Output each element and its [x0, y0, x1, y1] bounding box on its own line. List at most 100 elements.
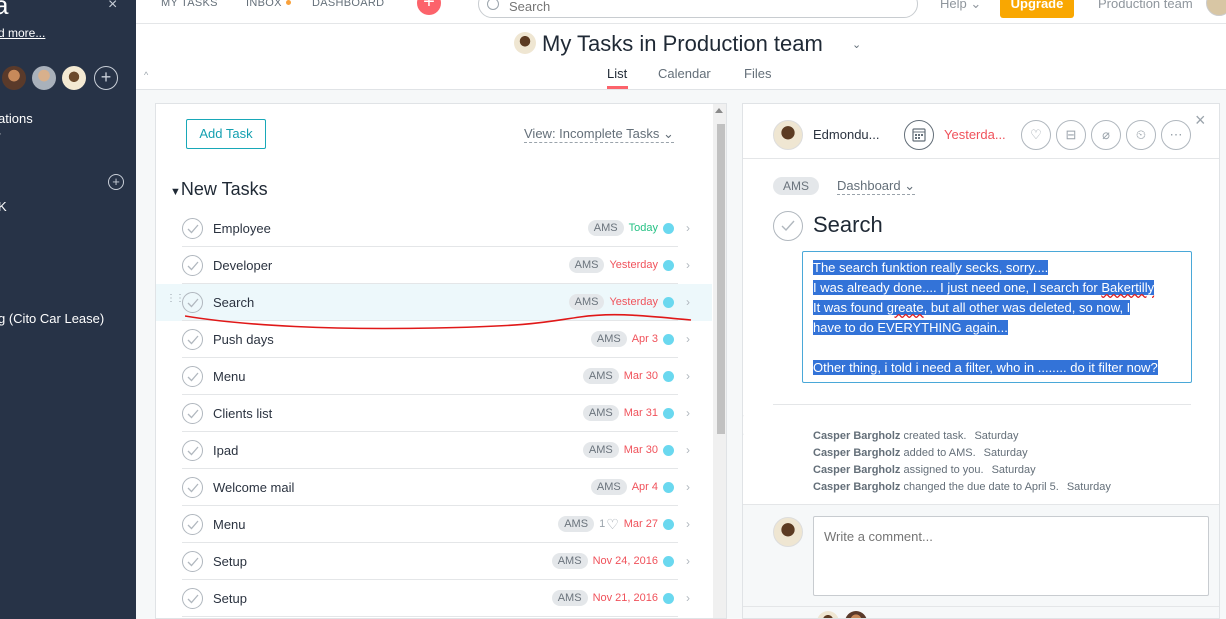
due-date[interactable]: Yesterday	[609, 296, 658, 308]
scroll-up-icon[interactable]	[715, 108, 723, 113]
task-description[interactable]: The search funktion really secks, sorry.…	[802, 251, 1192, 383]
complete-checkbox[interactable]	[182, 551, 203, 572]
assignee-name[interactable]: Edmondu...	[813, 127, 880, 142]
caret-down-icon[interactable]: ▼	[170, 186, 181, 198]
due-date[interactable]: Mar 30	[624, 444, 658, 456]
tab-files[interactable]: Files	[744, 66, 771, 81]
project-tag[interactable]: AMS	[587, 220, 624, 236]
complete-checkbox[interactable]	[182, 440, 203, 461]
sidebar-item-k[interactable]: K	[0, 199, 7, 214]
project-tag[interactable]: AMS	[590, 479, 627, 495]
task-row[interactable]: Clients list AMS Mar 31 ›	[156, 395, 712, 432]
complete-checkbox[interactable]	[182, 218, 203, 239]
complete-checkbox[interactable]	[182, 477, 203, 498]
page-title[interactable]: My Tasks in Production team	[542, 31, 823, 57]
scrollbar-thumb[interactable]	[717, 124, 725, 434]
project-tag[interactable]: AMS	[582, 442, 619, 458]
task-row[interactable]: Developer AMS Yesterday ›	[156, 247, 712, 284]
due-date[interactable]: Nov 24, 2016	[593, 555, 658, 567]
due-date[interactable]: Mar 27	[624, 518, 658, 530]
due-date[interactable]: Mar 31	[624, 407, 658, 419]
due-date[interactable]: Today	[629, 222, 658, 234]
task-name[interactable]: Setup	[213, 591, 247, 606]
chevron-right-icon[interactable]: ›	[686, 406, 690, 420]
nav-dashboard[interactable]: DASHBOARD	[312, 0, 384, 9]
sidebar-item-cito[interactable]: g (Cito Car Lease)	[0, 311, 104, 326]
user-avatar[interactable]	[1206, 0, 1226, 16]
complete-checkbox[interactable]	[182, 366, 203, 387]
section-header[interactable]: ▼New Tasks	[170, 179, 268, 200]
upgrade-button[interactable]: Upgrade	[1000, 0, 1074, 18]
complete-checkbox[interactable]	[182, 403, 203, 424]
project-tag[interactable]: AMS	[568, 257, 605, 273]
app-logo[interactable]: a	[0, 0, 8, 21]
project-tag[interactable]: AMS	[551, 590, 588, 606]
project-tag[interactable]: AMS	[773, 177, 820, 195]
quick-add-button[interactable]: +	[417, 0, 441, 15]
show-more-link[interactable]: d more...	[0, 26, 45, 40]
project-tag[interactable]: AMS	[582, 405, 619, 421]
complete-checkbox[interactable]	[182, 514, 203, 535]
attachment-icon[interactable]: ⌀	[1091, 120, 1121, 150]
project-tag[interactable]: AMS	[551, 553, 588, 569]
tab-calendar[interactable]: Calendar	[658, 66, 711, 81]
sidebar-item-integrations[interactable]: ations	[0, 111, 33, 126]
chevron-right-icon[interactable]: ›	[686, 221, 690, 235]
task-row[interactable]: Menu AMS 1 ♡ Mar 27 ›	[156, 506, 712, 543]
comment-input[interactable]	[813, 516, 1209, 596]
avatar[interactable]	[2, 66, 26, 90]
chevron-right-icon[interactable]: ›	[686, 443, 690, 457]
complete-checkbox[interactable]	[182, 255, 203, 276]
follow-icon[interactable]: ⏲	[1126, 120, 1156, 150]
assignee-avatar[interactable]	[773, 120, 803, 150]
section-dropdown[interactable]: Dashboard ⌄	[837, 178, 916, 195]
complete-task-button[interactable]	[773, 211, 803, 241]
project-tag[interactable]: AMS	[558, 516, 595, 532]
collapse-icon[interactable]: ^	[144, 70, 148, 80]
task-row[interactable]: Employee AMS Today ›	[156, 210, 712, 247]
task-name[interactable]: Developer	[213, 258, 272, 273]
close-sidebar-icon[interactable]: ×	[108, 0, 117, 14]
task-name[interactable]: Menu	[213, 369, 246, 384]
chevron-right-icon[interactable]: ›	[686, 591, 690, 605]
search-input[interactable]	[509, 0, 889, 14]
heart-icon[interactable]: ♡	[1021, 120, 1051, 150]
task-name[interactable]: Welcome mail	[213, 480, 294, 495]
add-task-button[interactable]: Add Task	[186, 119, 266, 149]
due-date[interactable]: Yesterda...	[944, 127, 1006, 142]
calendar-icon[interactable]	[904, 120, 934, 150]
task-name[interactable]: Ipad	[213, 443, 238, 458]
task-title[interactable]: Search	[813, 212, 883, 238]
task-row[interactable]: Setup AMS Nov 24, 2016 ›	[156, 543, 712, 580]
tab-list[interactable]: List	[607, 66, 627, 81]
story-author[interactable]: Casper Bargholz	[813, 464, 900, 476]
task-name[interactable]: Clients list	[213, 406, 272, 421]
project-tag[interactable]: AMS	[582, 368, 619, 384]
nav-my-tasks[interactable]: MY TASKS	[161, 0, 218, 9]
subtasks-icon[interactable]: ⊟	[1056, 120, 1086, 150]
search-box[interactable]	[478, 0, 918, 18]
due-date[interactable]: Mar 30	[624, 370, 658, 382]
chevron-right-icon[interactable]: ›	[686, 517, 690, 531]
story-author[interactable]: Casper Bargholz	[813, 481, 900, 493]
avatar[interactable]	[62, 66, 86, 90]
add-project-icon[interactable]: +	[108, 174, 124, 190]
story-author[interactable]: Casper Bargholz	[813, 430, 900, 442]
due-date[interactable]: Apr 4	[632, 481, 658, 493]
complete-checkbox[interactable]	[182, 588, 203, 609]
due-date[interactable]: Nov 21, 2016	[593, 592, 658, 604]
task-name[interactable]: Employee	[213, 221, 271, 236]
more-icon[interactable]: ⋯	[1161, 120, 1191, 150]
story-author[interactable]: Casper Bargholz	[813, 447, 900, 459]
add-member-icon[interactable]: +	[94, 66, 118, 90]
chevron-right-icon[interactable]: ›	[686, 295, 690, 309]
task-row[interactable]: Welcome mail AMS Apr 4 ›	[156, 469, 712, 506]
task-name[interactable]: Menu	[213, 517, 246, 532]
due-date[interactable]: Yesterday	[609, 259, 658, 271]
avatar[interactable]	[32, 66, 56, 90]
nav-inbox[interactable]: INBOX	[246, 0, 282, 9]
team-switcher[interactable]: Production team	[1098, 0, 1193, 11]
task-row[interactable]: Menu AMS Mar 30 ›	[156, 358, 712, 395]
chevron-right-icon[interactable]: ›	[686, 369, 690, 383]
chevron-right-icon[interactable]: ›	[686, 554, 690, 568]
